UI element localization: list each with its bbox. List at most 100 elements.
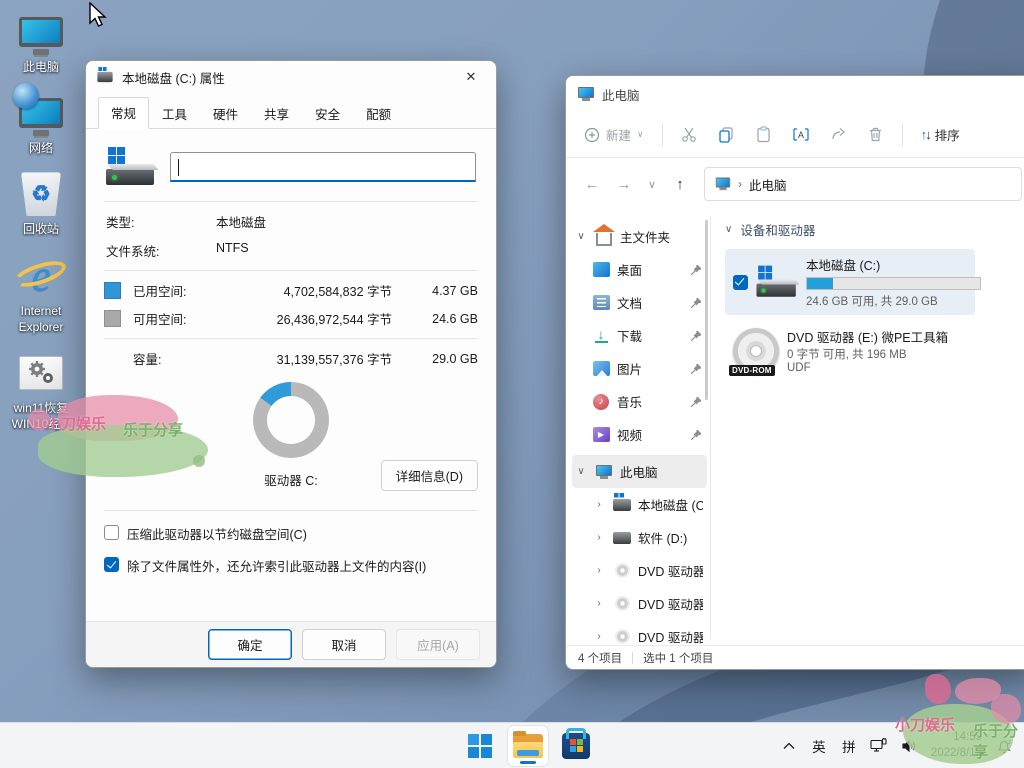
free-color-swatch xyxy=(104,310,121,327)
drive-caption-row: 驱动器 C: 详细信息(D) xyxy=(104,464,478,494)
internet-explorer-icon: e xyxy=(17,252,65,300)
sort-button[interactable]: ↑↓ 排序 xyxy=(913,119,968,150)
dialog-titlebar[interactable]: 本地磁盘 (C:) 属性 ✕ xyxy=(86,61,496,93)
desktop-icon-internet-explorer[interactable]: e Internet Explorer xyxy=(6,252,76,335)
back-icon[interactable]: ← xyxy=(578,170,606,198)
cut-icon[interactable] xyxy=(673,120,706,149)
item-count: 4 个项目 xyxy=(578,650,622,666)
windows-logo-icon xyxy=(468,734,492,758)
notification-bell-icon[interactable]: z xyxy=(990,726,1018,766)
taskbar-store-button[interactable] xyxy=(556,726,596,766)
taskbar-file-explorer-button[interactable] xyxy=(508,726,548,766)
sidebar-item-drive-e[interactable]: › DVD 驱动器 (E:) xyxy=(572,554,707,587)
selection-checkbox[interactable] xyxy=(733,275,748,290)
filesystem-row: 文件系统: NTFS xyxy=(106,241,476,260)
group-header-devices[interactable]: ∨ 设备和驱动器 xyxy=(725,220,1024,239)
paste-icon[interactable] xyxy=(747,120,780,149)
rename-icon[interactable]: A xyxy=(784,120,818,149)
tab-hardware[interactable]: 硬件 xyxy=(200,99,251,129)
sidebar-item-drive-c[interactable]: › 本地磁盘 (C:) xyxy=(572,488,707,521)
explorer-titlebar[interactable]: 此电脑 xyxy=(566,76,1024,112)
capacity-bar xyxy=(806,277,981,290)
taskbar-clock[interactable]: 14:55 2022/8/12 xyxy=(925,730,988,761)
desktop-icon-network[interactable]: 网络 xyxy=(6,89,76,156)
sidebar-item-drive-f[interactable]: › DVD 驱动器 (F:) xyxy=(572,587,707,620)
tray-chevron-up-icon[interactable] xyxy=(775,726,803,766)
tab-quota[interactable]: 配额 xyxy=(353,99,404,129)
details-button[interactable]: 详细信息(D) xyxy=(381,460,478,491)
sidebar-item-downloads[interactable]: ↓ 下载 xyxy=(572,319,707,352)
divider xyxy=(104,338,478,339)
up-icon[interactable]: ↑ xyxy=(666,170,694,198)
share-icon[interactable] xyxy=(822,120,855,149)
sidebar-item-drive-g[interactable]: › DVD 驱动器 (G:) xyxy=(572,620,707,645)
volume-label-input[interactable] xyxy=(170,152,476,182)
desktop-icon-recycle-bin[interactable]: ♻ 回收站 xyxy=(6,170,76,237)
ime-pinyin-indicator[interactable]: 拼 xyxy=(835,726,863,766)
dvd-disc-icon: DVD-ROM xyxy=(733,328,779,374)
sidebar-item-documents[interactable]: 文档 xyxy=(572,286,707,319)
cancel-button[interactable]: 取消 xyxy=(302,629,386,660)
explorer-statusbar: 4 个项目 选中 1 个项目 xyxy=(566,645,1024,669)
compress-checkbox[interactable] xyxy=(104,525,119,540)
new-button[interactable]: 新建 ∨ xyxy=(576,119,652,150)
network-icon xyxy=(17,89,65,137)
close-icon[interactable]: ✕ xyxy=(456,65,486,89)
drive-item-c[interactable]: 本地磁盘 (C:) 24.6 GB 可用, 共 29.0 GB xyxy=(725,249,975,315)
sidebar-scrollbar[interactable] xyxy=(705,220,708,400)
explorer-window: 此电脑 新建 ∨ A ↑↓ 排序 ← xyxy=(565,75,1024,670)
checkbox-label: 除了文件属性外，还允许索引此驱动器上文件的内容(I) xyxy=(127,556,426,575)
sidebar-item-drive-d[interactable]: › 软件 (D:) xyxy=(572,521,707,554)
pin-icon xyxy=(691,397,701,407)
desktop-icon-label: win11恢复WIN10经... xyxy=(12,400,71,432)
desktop-icon-label: Internet Explorer xyxy=(6,303,76,335)
network-tray-icon[interactable] xyxy=(865,726,893,766)
volume-tray-icon[interactable] xyxy=(895,726,923,766)
system-drive-icon xyxy=(106,147,156,187)
start-button[interactable] xyxy=(460,726,500,766)
toolbar-divider xyxy=(662,123,663,147)
copy-icon[interactable] xyxy=(710,120,743,149)
explorer-addressbar: ← → ∨ ↑ › 此电脑 xyxy=(566,158,1024,210)
this-pc-icon xyxy=(578,87,594,98)
breadcrumb[interactable]: › 此电脑 xyxy=(704,167,1022,201)
sidebar-item-videos[interactable]: ▶ 视频 xyxy=(572,418,707,451)
breadcrumb-root[interactable]: 此电脑 xyxy=(749,175,787,194)
svg-text:z: z xyxy=(1008,740,1011,746)
breadcrumb-chevron-icon: › xyxy=(738,177,742,191)
gears-icon xyxy=(17,349,65,397)
pin-icon xyxy=(691,430,701,440)
compress-checkbox-row[interactable]: 压缩此驱动器以节约磁盘空间(C) xyxy=(104,524,478,543)
svg-text:A: A xyxy=(798,130,804,140)
pin-icon xyxy=(691,331,701,341)
tab-tools[interactable]: 工具 xyxy=(149,99,200,129)
sidebar-item-this-pc[interactable]: ∨ 此电脑 xyxy=(572,455,707,488)
divider xyxy=(104,201,478,202)
sidebar-item-music[interactable]: ♪ 音乐 xyxy=(572,385,707,418)
drive-item-e[interactable]: DVD-ROM DVD 驱动器 (E:) 微PE工具箱 0 字节 可用, 共 1… xyxy=(725,321,975,380)
forward-icon[interactable]: → xyxy=(610,170,638,198)
ok-button[interactable]: 确定 xyxy=(208,629,292,660)
index-checkbox[interactable] xyxy=(104,557,119,572)
desktop-icon-win11-restore[interactable]: win11恢复WIN10经... xyxy=(6,349,76,432)
field-label: 类型: xyxy=(106,212,216,231)
ime-english-indicator[interactable]: 英 xyxy=(805,726,833,766)
desktop-icon-label: 此电脑 xyxy=(23,59,59,75)
sidebar-item-desktop[interactable]: 桌面 xyxy=(572,253,707,286)
desktop-icon-this-pc[interactable]: 此电脑 xyxy=(6,8,76,75)
history-chevron-icon[interactable]: ∨ xyxy=(642,170,662,198)
tab-security[interactable]: 安全 xyxy=(302,99,353,129)
sidebar-item-pictures[interactable]: 图片 xyxy=(572,352,707,385)
tab-sharing[interactable]: 共享 xyxy=(251,99,302,129)
free-space-row: 可用空间: 26,436,972,544 字节 24.6 GB xyxy=(104,309,478,328)
desktop-icon-list: 此电脑 网络 ♻ 回收站 e Internet Explorer win11恢复… xyxy=(6,8,76,432)
file-explorer-icon xyxy=(513,734,543,758)
sidebar-item-home[interactable]: ∨ 主文件夹 xyxy=(572,220,707,253)
delete-icon[interactable] xyxy=(859,120,892,149)
toolbar-divider xyxy=(902,123,903,147)
tab-general[interactable]: 常规 xyxy=(98,97,149,129)
explorer-title: 此电脑 xyxy=(602,85,640,104)
status-divider xyxy=(632,652,633,664)
index-checkbox-row[interactable]: 除了文件属性外，还允许索引此驱动器上文件的内容(I) xyxy=(104,556,478,575)
taskbar: 英 拼 14:55 2022/8/12 z xyxy=(0,722,1024,768)
